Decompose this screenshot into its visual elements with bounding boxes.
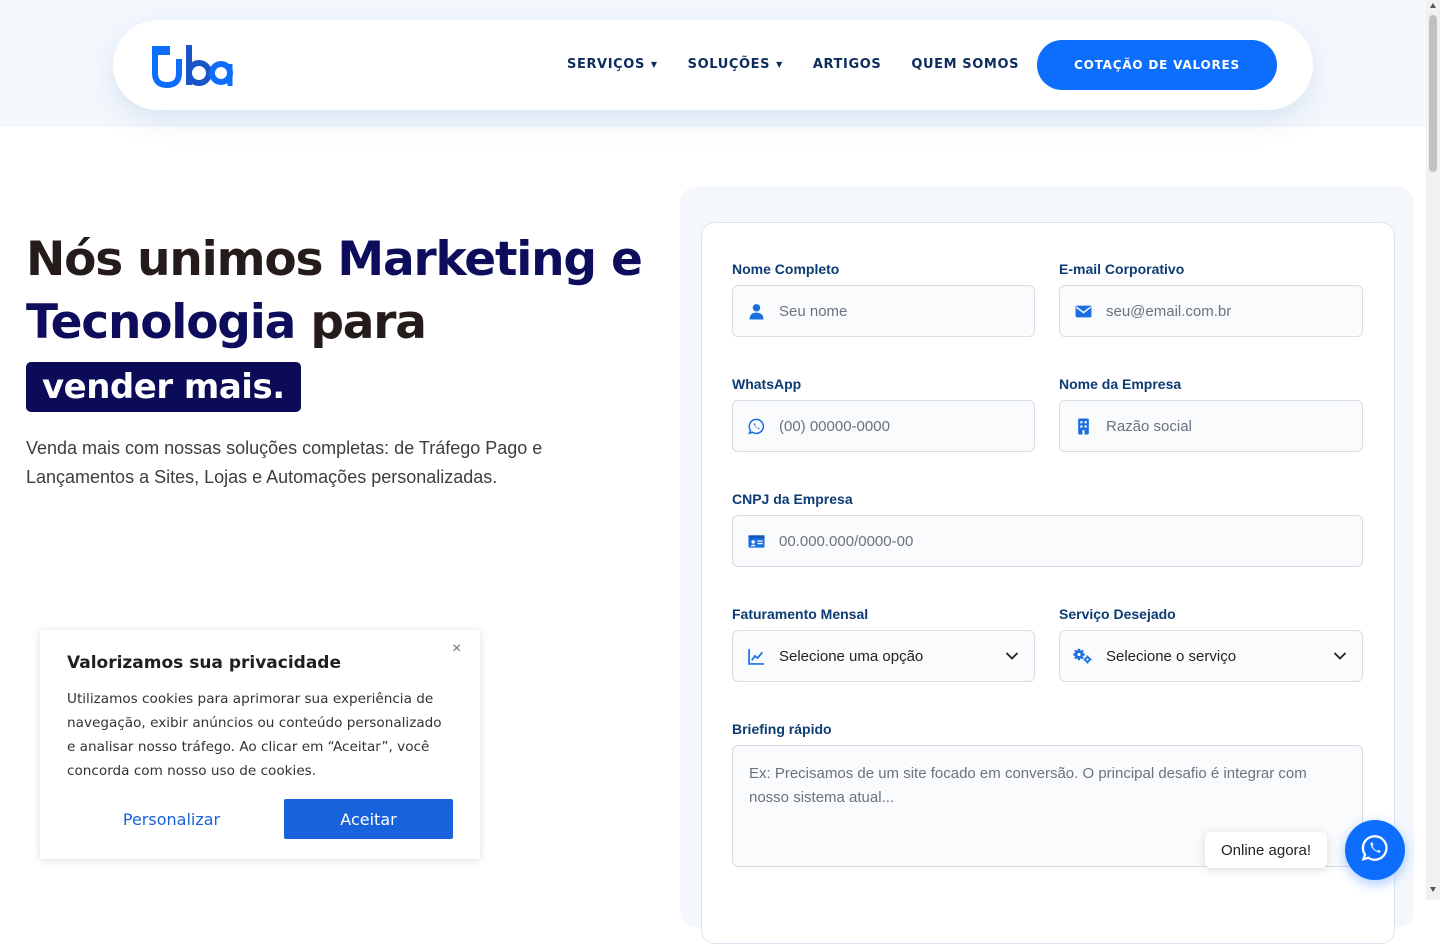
id-card-icon [733,533,779,550]
whatsapp-icon [733,418,779,435]
hero-title-part: Nós unimos [26,232,338,287]
page-scrollbar[interactable] [1426,0,1440,900]
caret-down-icon: ▼ [776,60,783,69]
nav-item-servicos[interactable]: SERVIÇOS ▼ [567,57,658,72]
hero-section: Nós unimos Marketing e Tecnologia para v… [26,228,646,492]
service-select[interactable]: Selecione o serviço [1059,630,1363,682]
whatsapp-icon [1360,833,1390,868]
chevron-down-icon [990,651,1034,661]
email-field[interactable] [1059,285,1363,337]
cookie-consent-banner: Valorizamos sua privacidade × Utilizamos… [40,630,480,859]
cookie-text: Utilizamos cookies para aprimorar sua ex… [67,691,442,779]
hero-title-part: para [295,295,427,350]
chevron-down-icon [1318,651,1362,661]
revenue-label: Faturamento Mensal [732,606,869,622]
whatsapp-label: WhatsApp [732,376,802,392]
hero-subtitle: Venda mais com nossas soluções completas… [26,438,543,487]
name-label: Nome Completo [732,261,840,277]
hero-title: Nós unimos Marketing e Tecnologia para [26,228,646,354]
whatsapp-input[interactable] [779,417,1034,435]
cnpj-label: CNPJ da Empresa [732,491,853,507]
cnpj-input[interactable] [779,532,1362,550]
nav-item-label: QUEM SOMOS [911,57,1020,72]
uba-logo[interactable] [151,45,233,89]
briefing-label: Briefing rápido [732,721,832,737]
revenue-select[interactable]: Selecione uma opção [732,630,1035,682]
customize-button[interactable]: Personalizar [89,799,254,839]
chart-line-icon [733,648,779,665]
revenue-select-value: Selecione uma opção [779,647,924,665]
company-label: Nome da Empresa [1059,376,1182,392]
scrollbar-thumb[interactable] [1429,15,1437,172]
whatsapp-chat-button[interactable] [1345,820,1405,880]
cookie-title: Valorizamos sua privacidade [67,653,342,673]
scroll-down-arrow-icon[interactable] [1430,887,1436,892]
nav-item-solucoes[interactable]: SOLUÇÕES ▼ [688,57,783,72]
company-field[interactable] [1059,400,1363,452]
envelope-icon [1060,303,1106,320]
nav-item-quem-somos[interactable]: QUEM SOMOS [911,57,1019,72]
name-field[interactable] [732,285,1035,337]
cnpj-field[interactable] [732,515,1363,567]
nav-item-label: SOLUÇÕES [687,57,771,72]
main-navbar: SERVIÇOS ▼ SOLUÇÕES ▼ ARTIGOS QUEM SOMOS… [113,20,1313,110]
company-input[interactable] [1106,417,1362,435]
service-select-value: Selecione o serviço [1106,647,1237,665]
nav-item-label: SERVIÇOS [567,57,645,72]
email-label: E-mail Corporativo [1059,261,1185,277]
gears-icon [1060,648,1106,665]
caret-down-icon: ▼ [650,60,658,69]
quote-form-panel: Nome Completo E-mail Corporativo WhatsAp… [680,187,1414,944]
building-icon [1060,418,1106,435]
nav-item-artigos[interactable]: ARTIGOS [813,57,881,72]
scroll-up-arrow-icon[interactable] [1430,3,1436,8]
email-input[interactable] [1106,302,1362,320]
service-label: Serviço Desejado [1059,606,1176,622]
user-icon [733,303,779,320]
accept-button[interactable]: Aceitar [284,799,453,839]
nav-menu: SERVIÇOS ▼ SOLUÇÕES ▼ ARTIGOS QUEM SOMOS [567,57,1049,72]
nav-item-label: ARTIGOS [812,57,882,72]
hero-highlight: vender mais. [26,362,301,412]
close-icon[interactable]: × [452,640,461,658]
online-tooltip: Online agora! [1205,832,1328,868]
whatsapp-field[interactable] [732,400,1035,452]
name-input[interactable] [779,302,1034,320]
quote-button[interactable]: COTAÇÃO DE VALORES [1037,40,1277,90]
